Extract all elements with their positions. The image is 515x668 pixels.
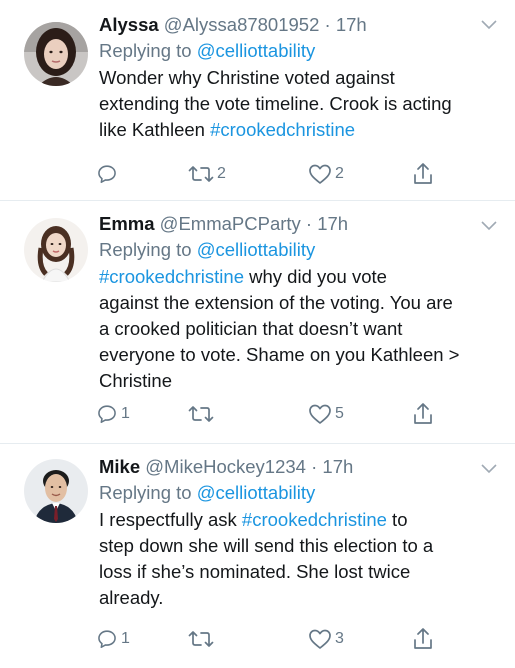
- tweet-header: Emma @EmmaPCParty · 17h: [99, 211, 501, 237]
- chevron-down-icon[interactable]: [481, 464, 497, 474]
- like-button[interactable]: 3: [308, 626, 344, 652]
- tweet[interactable]: Alyssa @Alyssa87801952 · 17h Replying to…: [0, 0, 515, 201]
- like-button[interactable]: 2: [308, 161, 344, 187]
- reply-icon: [98, 405, 116, 424]
- separator: ·: [311, 456, 318, 477]
- retweet-icon: [188, 631, 214, 647]
- like-icon: [309, 404, 331, 424]
- user-handle[interactable]: @Alyssa87801952: [164, 14, 320, 35]
- tweet-text: I respectfully ask #crookedchristine to …: [99, 507, 501, 611]
- share-button[interactable]: [412, 626, 434, 652]
- separator: ·: [324, 14, 331, 35]
- like-count: 5: [335, 405, 344, 422]
- like-icon: [309, 164, 331, 184]
- replying-to-link[interactable]: @celliottability: [197, 40, 316, 61]
- retweet-button[interactable]: [188, 401, 217, 427]
- tweet-actions: 1 5: [96, 401, 440, 427]
- avatar[interactable]: [24, 459, 88, 523]
- tweet-content: Emma @EmmaPCParty · 17h Replying to @cel…: [99, 211, 501, 394]
- tweet-text: Wonder why Christine voted against exten…: [99, 65, 501, 143]
- timestamp[interactable]: 17h: [336, 14, 367, 35]
- reply-count: 1: [121, 630, 130, 647]
- tweet-header: Alyssa @Alyssa87801952 · 17h: [99, 12, 501, 38]
- like-icon: [309, 629, 331, 649]
- avatar[interactable]: [24, 218, 88, 282]
- tweet-header: Mike @MikeHockey1234 · 17h: [99, 454, 501, 480]
- tweet-actions: 2 2: [96, 161, 440, 187]
- reply-icon: [98, 165, 116, 184]
- reply-icon: [98, 630, 116, 649]
- display-name[interactable]: Alyssa: [99, 14, 159, 35]
- like-button[interactable]: 5: [308, 401, 344, 427]
- tweet-feed: Alyssa @Alyssa87801952 · 17h Replying to…: [0, 0, 515, 668]
- replying-to-link[interactable]: @celliottability: [197, 482, 316, 503]
- replying-to: Replying to @celliottability: [99, 38, 501, 64]
- share-button[interactable]: [412, 161, 434, 187]
- reply-button[interactable]: [96, 161, 121, 187]
- display-name[interactable]: Mike: [99, 456, 140, 477]
- timestamp[interactable]: 17h: [317, 213, 348, 234]
- chevron-down-icon[interactable]: [481, 221, 497, 231]
- replying-to-prefix: Replying to: [99, 239, 197, 260]
- retweet-icon: [188, 406, 214, 422]
- replying-to: Replying to @celliottability: [99, 237, 501, 263]
- retweet-button[interactable]: [188, 626, 217, 652]
- replying-to-prefix: Replying to: [99, 40, 197, 61]
- tweet-content: Mike @MikeHockey1234 · 17h Replying to @…: [99, 454, 501, 611]
- avatar[interactable]: [24, 22, 88, 86]
- reply-button[interactable]: 1: [96, 401, 130, 427]
- replying-to-prefix: Replying to: [99, 482, 197, 503]
- tweet-content: Alyssa @Alyssa87801952 · 17h Replying to…: [99, 12, 501, 143]
- tweet-actions: 1 3: [96, 626, 440, 652]
- tweet[interactable]: Emma @EmmaPCParty · 17h Replying to @cel…: [0, 201, 515, 444]
- user-handle[interactable]: @MikeHockey1234: [145, 456, 306, 477]
- tweet-text: #crookedchristine why did you vote again…: [99, 264, 501, 394]
- reply-count: 1: [121, 405, 130, 422]
- chevron-down-icon[interactable]: [481, 20, 497, 30]
- user-handle[interactable]: @EmmaPCParty: [160, 213, 301, 234]
- tweet-text-before: I respectfully ask: [99, 509, 242, 530]
- timestamp[interactable]: 17h: [322, 456, 353, 477]
- share-icon: [414, 628, 432, 649]
- share-icon: [414, 403, 432, 424]
- retweet-button[interactable]: 2: [188, 161, 226, 187]
- retweet-count: 2: [217, 165, 226, 182]
- share-icon: [414, 163, 432, 184]
- reply-button[interactable]: 1: [96, 626, 130, 652]
- share-button[interactable]: [412, 401, 434, 427]
- hashtag-link[interactable]: #crookedchristine: [210, 119, 355, 140]
- hashtag-link[interactable]: #crookedchristine: [99, 266, 244, 287]
- like-count: 3: [335, 630, 344, 647]
- like-count: 2: [335, 165, 344, 182]
- replying-to: Replying to @celliottability: [99, 480, 501, 506]
- replying-to-link[interactable]: @celliottability: [197, 239, 316, 260]
- hashtag-link[interactable]: #crookedchristine: [242, 509, 387, 530]
- separator: ·: [305, 213, 313, 234]
- display-name[interactable]: Emma: [99, 213, 155, 234]
- tweet[interactable]: Mike @MikeHockey1234 · 17h Replying to @…: [0, 444, 515, 668]
- retweet-icon: [188, 166, 214, 182]
